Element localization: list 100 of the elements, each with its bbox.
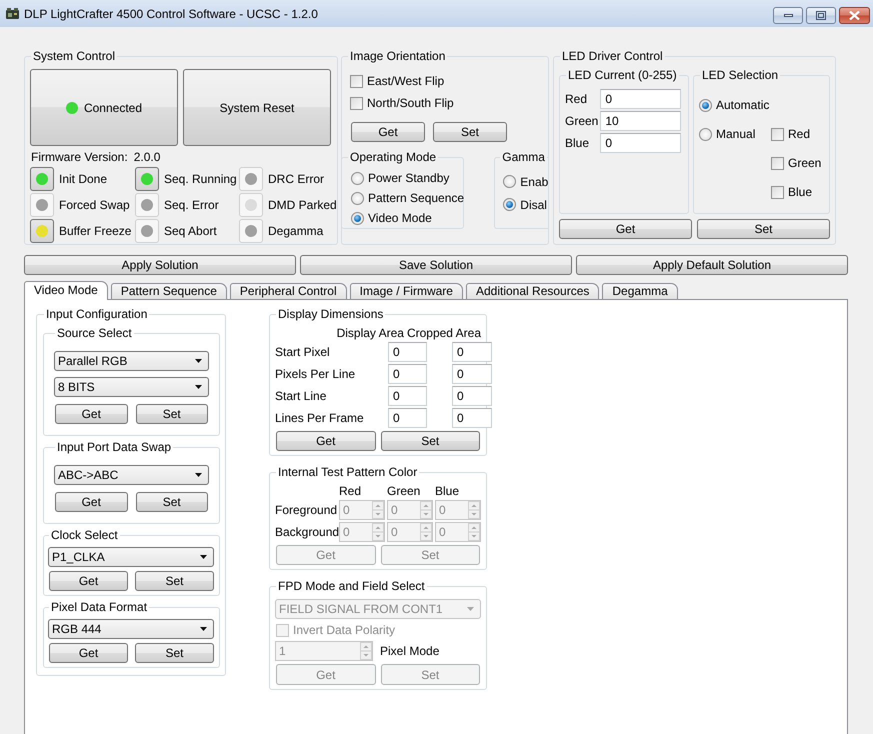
- field-label: Red: [565, 92, 588, 106]
- checkbox[interactable]: [350, 96, 363, 110]
- set-button[interactable]: Set: [135, 643, 214, 663]
- get-button[interactable]: Get: [55, 492, 128, 512]
- dropdown-arrow-icon: [195, 385, 202, 389]
- get-button[interactable]: Get: [276, 431, 376, 451]
- radio-button[interactable]: [699, 98, 712, 112]
- text-field[interactable]: 0: [452, 342, 492, 362]
- spin-arrows-icon: [468, 523, 480, 541]
- row-label: Lines Per Frame: [275, 411, 363, 425]
- indicator-label: Init Done: [59, 172, 108, 186]
- radio-button[interactable]: [503, 198, 516, 211]
- indicator-label: Degamma: [268, 224, 324, 238]
- tab[interactable]: Pattern Sequence: [110, 283, 227, 299]
- set-button[interactable]: Set: [697, 219, 830, 239]
- radio-label: Power Standby: [368, 171, 450, 185]
- get-button[interactable]: Get: [49, 571, 128, 591]
- group-title: Display Dimensions: [277, 307, 384, 321]
- dropdown[interactable]: Parallel RGB: [54, 351, 209, 371]
- set-button[interactable]: Set: [136, 404, 208, 424]
- indicator-label: Seq. Running: [164, 172, 237, 186]
- text-field[interactable]: 0: [388, 386, 427, 406]
- group-title: Clock Select: [50, 528, 119, 542]
- set-button[interactable]: Set: [433, 122, 507, 142]
- spin-arrows-icon: [420, 501, 432, 519]
- radio-button[interactable]: [699, 128, 712, 140]
- radio-label: Disal: [520, 198, 547, 212]
- field-label: Blue: [565, 136, 590, 150]
- checkbox[interactable]: [771, 156, 784, 170]
- checkbox[interactable]: [771, 128, 784, 140]
- text-field[interactable]: 10: [600, 111, 681, 131]
- apply-solution-button[interactable]: Apply Solution: [24, 255, 296, 275]
- dropdown[interactable]: 8 BITS: [54, 377, 209, 397]
- dropdown[interactable]: RGB 444: [48, 619, 214, 639]
- tab[interactable]: Image / Firmware: [350, 283, 463, 299]
- radio-label: Pattern Sequence: [368, 191, 464, 205]
- window-title: DLP LightCrafter 4500 Control Software - UCSC - 1.2.0: [24, 6, 319, 20]
- maximize-button[interactable]: [806, 7, 836, 24]
- spin-label: Pixel Mode: [380, 644, 440, 658]
- checkbox-label: Green: [788, 156, 822, 170]
- get-button[interactable]: Get: [351, 122, 425, 142]
- spin-arrows-icon: [420, 523, 432, 541]
- close-button[interactable]: [839, 7, 870, 24]
- get-button[interactable]: Get: [559, 219, 692, 239]
- set-button[interactable]: Set: [380, 431, 480, 451]
- group-title: Source Select: [56, 326, 133, 340]
- group-title: Input Configuration: [45, 307, 148, 321]
- text-field[interactable]: 0: [600, 133, 681, 153]
- dropdown-arrow-icon: [200, 627, 207, 631]
- tab[interactable]: Additional Resources: [466, 283, 600, 299]
- firmware-version: 2.0.0: [134, 150, 160, 164]
- radio-button[interactable]: [351, 172, 364, 184]
- text-field[interactable]: 0: [452, 386, 492, 406]
- text-field[interactable]: 0: [388, 364, 427, 384]
- spin-arrows-icon: [372, 523, 384, 541]
- text-field[interactable]: 0: [388, 342, 427, 362]
- save-solution-button[interactable]: Save Solution: [300, 255, 572, 275]
- checkbox[interactable]: [350, 74, 363, 88]
- connection-button[interactable]: Connected: [30, 69, 178, 146]
- minimize-button[interactable]: [773, 7, 803, 24]
- radio-button[interactable]: [351, 192, 364, 204]
- radio-button[interactable]: [503, 175, 516, 188]
- row-label: Background: [275, 525, 337, 539]
- minimize-icon: [784, 14, 792, 17]
- group-title: Internal Test Pattern Color: [277, 465, 418, 479]
- close-icon: [849, 11, 860, 20]
- text-field[interactable]: 0: [452, 408, 492, 428]
- group-title: Input Port Data Swap: [56, 440, 172, 454]
- text-field[interactable]: 0: [600, 89, 681, 109]
- tab[interactable]: Degamma: [602, 283, 678, 299]
- radio-label: Manual: [716, 127, 756, 141]
- group-title: LED Driver Control: [561, 49, 664, 63]
- radio-button[interactable]: [351, 212, 364, 224]
- dropdown-arrow-icon: [195, 359, 202, 363]
- indicator-label: Seq Abort: [164, 224, 217, 238]
- group-title: Gamma: [501, 150, 546, 164]
- get-button[interactable]: Get: [49, 643, 128, 663]
- checkbox-label: Invert Data Polarity: [293, 623, 396, 637]
- maximize-icon: [816, 11, 826, 20]
- field-label: Green: [565, 114, 598, 128]
- text-field[interactable]: 0: [388, 408, 427, 428]
- group-title: Pixel Data Format: [50, 600, 148, 614]
- spin-arrows-icon: [372, 501, 384, 519]
- set-button[interactable]: Set: [136, 492, 208, 512]
- text-field[interactable]: 0: [452, 364, 492, 384]
- tab[interactable]: Peripheral Control: [230, 283, 347, 299]
- group-title: LED Current (0-255): [567, 68, 678, 82]
- column-header: Blue: [435, 484, 460, 498]
- get-button[interactable]: Get: [55, 404, 128, 424]
- set-button[interactable]: Set: [135, 571, 214, 591]
- tab[interactable]: Video Mode: [24, 281, 108, 300]
- checkbox-label: Red: [788, 127, 810, 141]
- dropdown[interactable]: ABC->ABC: [54, 465, 209, 485]
- apply-default-solution-button[interactable]: Apply Default Solution: [576, 255, 848, 275]
- checkbox[interactable]: [771, 186, 784, 198]
- indicator-label: Forced Swap: [59, 198, 130, 212]
- group-title: LED Selection: [701, 68, 780, 82]
- reset-button[interactable]: System Reset: [183, 69, 331, 146]
- dropdown-arrow-icon: [200, 555, 207, 559]
- dropdown[interactable]: P1_CLKA: [48, 547, 214, 567]
